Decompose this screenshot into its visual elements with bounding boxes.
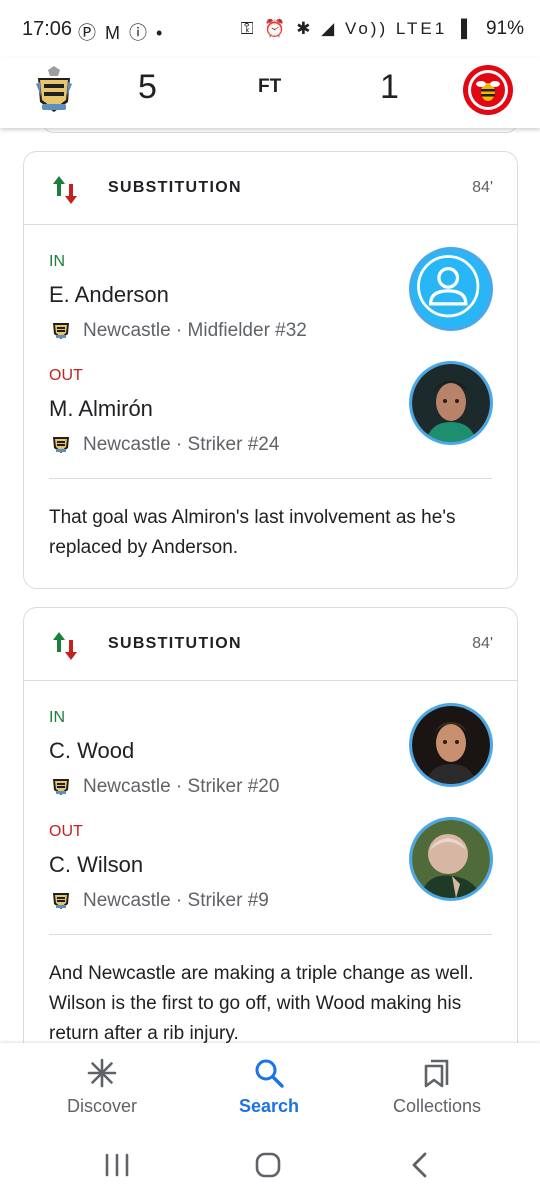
brentford-crest-icon <box>460 62 516 118</box>
nav-discover[interactable]: Discover <box>12 1043 192 1131</box>
player-name: C. Wood <box>49 738 135 763</box>
player-out[interactable]: OUT C. Wilson Newcastle · Striker #9 <box>24 795 517 912</box>
substitution-arrows-icon <box>51 174 79 206</box>
player-details: Newcastle · Midfielder #32 <box>83 320 307 341</box>
player-photo <box>409 361 493 445</box>
player-photo <box>409 703 493 787</box>
in-label: IN <box>49 709 65 726</box>
notification-icons: Ⓟ M ⓘ • <box>78 23 165 43</box>
card-header: SUBSTITUTION 84' <box>24 152 517 225</box>
newcastle-crest-icon <box>26 62 82 118</box>
substitution-card: SUBSTITUTION 84' IN C. Wood Newcastle · … <box>23 607 518 1079</box>
nav-collections[interactable]: Collections <box>347 1043 527 1131</box>
back-icon[interactable] <box>400 1147 440 1183</box>
newcastle-crest-icon <box>49 317 73 341</box>
player-details: Newcastle · Striker #20 <box>83 776 280 797</box>
system-navigation-bar <box>0 1131 540 1200</box>
battery-level: 91% <box>485 18 524 39</box>
player-name: M. Almirón <box>49 396 153 421</box>
nav-search[interactable]: Search <box>179 1043 359 1131</box>
bottom-navigation: Discover Search Collections <box>0 1043 540 1131</box>
commentary-text: And Newcastle are making a triple change… <box>49 963 474 1044</box>
nav-label: Collections <box>392 1096 482 1116</box>
newcastle-crest-icon <box>49 431 73 455</box>
system-status-icons: ⚿ ⏰ ✱ ◢ Vo)) LTE1 ▐ <box>240 19 470 38</box>
player-meta: Newcastle · Striker #24 <box>49 431 279 456</box>
divider <box>49 478 492 479</box>
player-name: E. Anderson <box>49 282 169 307</box>
event-title: SUBSTITUTION <box>108 635 242 652</box>
player-details: Newcastle · Striker #24 <box>83 434 280 455</box>
divider <box>49 934 492 935</box>
player-name: C. Wilson <box>49 852 144 877</box>
card-header: SUBSTITUTION 84' <box>24 608 517 681</box>
asterisk-icon <box>87 1057 117 1089</box>
event-title: SUBSTITUTION <box>108 179 242 196</box>
match-status: FT <box>258 76 282 97</box>
bookmarks-icon <box>422 1057 452 1089</box>
default-avatar-icon <box>409 247 493 331</box>
status-bar: 17:06 Ⓟ M ⓘ • ⚿ ⏰ ✱ ◢ Vo)) LTE1 ▐ 91% <box>0 0 540 58</box>
substitution-card: SUBSTITUTION 84' IN E. Anderson Newcastl… <box>23 151 518 589</box>
player-details: Newcastle · Striker #9 <box>83 890 269 911</box>
search-icon <box>254 1057 284 1089</box>
event-minute: 84' <box>472 635 493 652</box>
in-label: IN <box>49 253 65 270</box>
out-label: OUT <box>49 367 83 384</box>
away-score: 1 <box>380 68 399 106</box>
newcastle-crest-icon <box>49 887 73 911</box>
status-time: 17:06 <box>22 18 73 40</box>
nav-label: Search <box>238 1096 300 1116</box>
home-score: 5 <box>138 68 157 106</box>
out-label: OUT <box>49 823 83 840</box>
nav-label: Discover <box>66 1096 137 1116</box>
player-out[interactable]: OUT M. Almirón Newcastle · Striker #24 <box>24 339 517 456</box>
player-photo <box>409 817 493 901</box>
player-in[interactable]: IN E. Anderson Newcastle · Midfielder #3… <box>24 225 517 341</box>
score-header[interactable]: 5 FT 1 <box>0 58 540 128</box>
substitution-arrows-icon <box>51 630 79 662</box>
player-meta: Newcastle · Striker #9 <box>49 887 269 912</box>
newcastle-crest-icon <box>49 773 73 797</box>
home-icon[interactable] <box>248 1147 288 1183</box>
player-in[interactable]: IN C. Wood Newcastle · Striker #20 <box>24 681 517 797</box>
event-minute: 84' <box>472 179 493 196</box>
commentary-text: That goal was Almiron's last involvement… <box>49 507 456 558</box>
recent-apps-icon[interactable] <box>97 1147 137 1183</box>
